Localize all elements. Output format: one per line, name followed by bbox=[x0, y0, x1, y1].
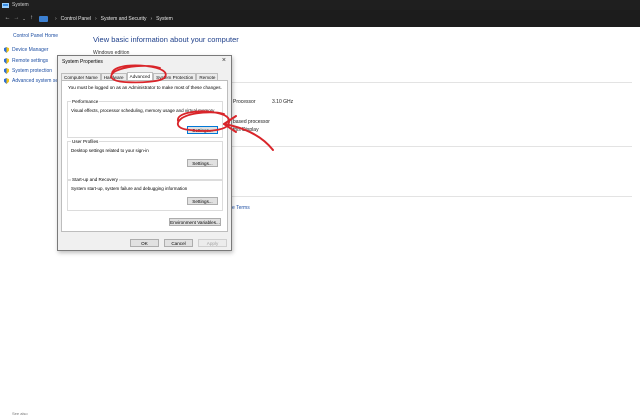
performance-description: Visual effects, processor scheduling, me… bbox=[71, 108, 215, 113]
ok-button[interactable]: OK bbox=[130, 239, 159, 247]
shield-icon bbox=[4, 47, 9, 53]
control-panel-home-link[interactable]: Control Panel Home bbox=[13, 33, 58, 39]
performance-settings-button[interactable]: Settings... bbox=[187, 126, 218, 134]
breadcrumb-control-panel[interactable]: Control Panel bbox=[61, 16, 91, 22]
device-manager-label: Device Manager bbox=[12, 47, 49, 53]
user-profiles-group: User Profiles Desktop settings related t… bbox=[67, 139, 223, 181]
cancel-button[interactable]: Cancel bbox=[164, 239, 193, 247]
system-type-value: based processor bbox=[233, 119, 270, 125]
performance-title: Performance bbox=[71, 99, 100, 104]
window-title: System bbox=[12, 2, 29, 8]
forward-arrow-icon[interactable]: → bbox=[12, 10, 21, 27]
system-protection-label: System protection bbox=[12, 68, 53, 74]
license-terms-link[interactable]: e Terms bbox=[232, 205, 250, 211]
user-profiles-title: User Profiles bbox=[71, 139, 100, 144]
shield-icon bbox=[4, 68, 9, 74]
system-app-icon bbox=[2, 2, 9, 8]
page-title: View basic information about your comput… bbox=[93, 35, 239, 44]
apply-button[interactable]: Apply bbox=[198, 239, 227, 247]
section-divider bbox=[232, 82, 632, 83]
admin-note: You must be logged on as an Administrato… bbox=[68, 85, 222, 90]
section-divider bbox=[232, 146, 632, 147]
breadcrumb-separator-icon[interactable]: › bbox=[151, 16, 153, 22]
startup-recovery-title: Start-up and Recovery bbox=[71, 177, 119, 182]
control-panel-icon bbox=[39, 15, 48, 22]
user-profiles-description: Desktop settings related to your sign-in bbox=[71, 148, 149, 153]
up-arrow-icon[interactable]: ↑ bbox=[27, 10, 36, 27]
startup-recovery-description: System start-up, system failure and debu… bbox=[71, 186, 188, 191]
breadcrumb-separator-icon[interactable]: › bbox=[55, 16, 57, 22]
title-bar: System bbox=[0, 0, 640, 10]
see-also-heading: See also bbox=[12, 411, 28, 416]
performance-group: Performance Visual effects, processor sc… bbox=[67, 99, 223, 138]
remote-settings-label: Remote settings bbox=[12, 58, 49, 64]
system-protection-link[interactable]: System protection bbox=[4, 68, 52, 74]
section-divider bbox=[232, 196, 632, 197]
processor-label: Processor bbox=[233, 99, 256, 105]
advanced-tab-panel: You must be logged on as an Administrato… bbox=[61, 80, 228, 232]
startup-recovery-group: Start-up and Recovery System start-up, s… bbox=[67, 177, 223, 211]
user-profiles-settings-button[interactable]: Settings... bbox=[187, 159, 218, 167]
back-arrow-icon[interactable]: ← bbox=[3, 10, 12, 27]
advanced-system-settings-link[interactable]: Advanced system se bbox=[4, 78, 58, 84]
remote-settings-link[interactable]: Remote settings bbox=[4, 58, 48, 64]
dialog-title: System Properties bbox=[62, 59, 103, 65]
shield-icon bbox=[4, 58, 9, 64]
shield-icon bbox=[4, 78, 9, 84]
breadcrumb-separator-icon[interactable]: › bbox=[95, 16, 97, 22]
system-properties-dialog: System Properties × Computer Name Hardwa… bbox=[57, 55, 232, 251]
startup-recovery-settings-button[interactable]: Settings... bbox=[187, 197, 218, 205]
breadcrumb-system-and-security[interactable]: System and Security bbox=[101, 16, 147, 22]
address-bar: ← → ⌄ ↑ › Control Panel › System and Sec… bbox=[0, 10, 640, 27]
advanced-system-settings-label: Advanced system se bbox=[12, 78, 59, 84]
processor-speed: 3.10 GHz bbox=[272, 99, 294, 105]
pen-touch-value: this Display bbox=[233, 127, 259, 133]
breadcrumb-system[interactable]: System bbox=[156, 16, 173, 22]
close-icon[interactable]: × bbox=[222, 57, 226, 64]
device-manager-link[interactable]: Device Manager bbox=[4, 47, 48, 53]
environment-variables-button[interactable]: Environment Variables... bbox=[169, 218, 221, 226]
